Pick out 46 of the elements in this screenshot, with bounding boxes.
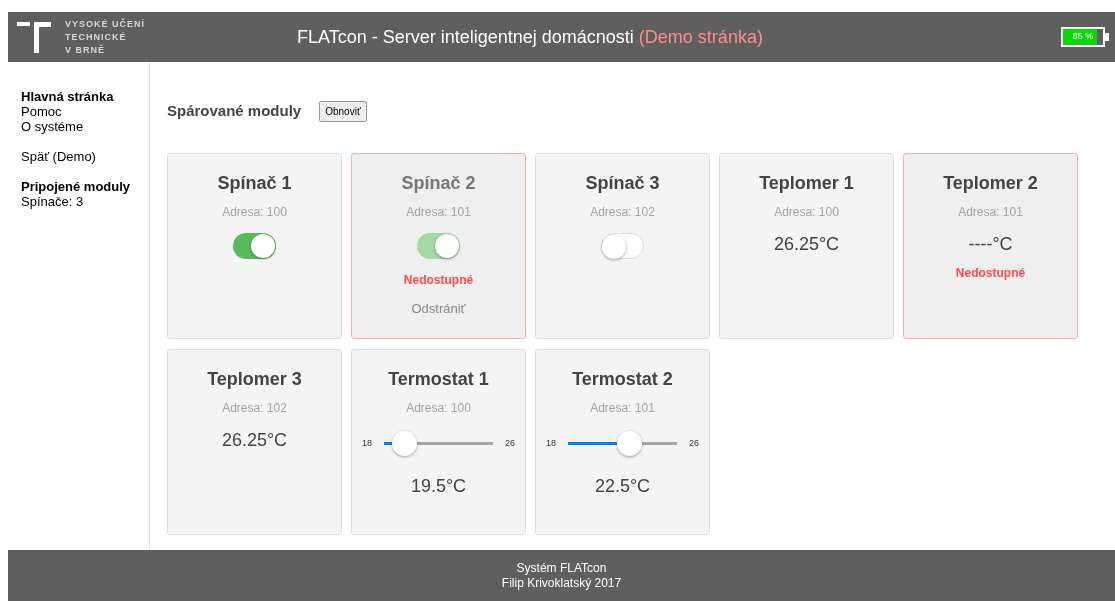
toggle-switch[interactable] bbox=[417, 232, 460, 259]
temperature-reading: 26.25°C bbox=[773, 232, 840, 256]
module-name: Spínač 1 bbox=[217, 171, 292, 194]
slider-min-label: 18 bbox=[362, 436, 372, 450]
slider-max-label: 26 bbox=[505, 436, 515, 450]
module-address: Adresa: 101 bbox=[406, 203, 471, 221]
refresh-button[interactable]: Obnoviť bbox=[319, 100, 367, 122]
module-name: Teplomer 3 bbox=[207, 367, 302, 390]
slider-max-label: 26 bbox=[689, 436, 699, 450]
logo-text: V BRNĚ bbox=[65, 43, 106, 57]
module-name: Termostat 2 bbox=[572, 367, 673, 390]
slider-min-label: 18 bbox=[546, 436, 556, 450]
sidebar-link[interactable]: O systéme bbox=[21, 119, 149, 134]
toggle-switch[interactable] bbox=[601, 232, 644, 259]
sidebar-link[interactable]: Pomoc bbox=[21, 104, 149, 119]
module-address: Adresa: 101 bbox=[590, 399, 655, 417]
module-name: Teplomer 1 bbox=[759, 171, 854, 194]
module-name: Spínač 2 bbox=[401, 171, 476, 194]
module-address: Adresa: 100 bbox=[222, 203, 287, 221]
logo-text: VYSOKÉ UČENÍ bbox=[65, 17, 146, 31]
page-title: FLATcon - Server inteligentnej domácnosti bbox=[297, 26, 634, 47]
footer-text: Filip Krivoklatský 2017 bbox=[501, 575, 622, 591]
module-name: Termostat 1 bbox=[388, 367, 489, 390]
section-title: Spárované moduly bbox=[167, 101, 302, 121]
temperature-reading: 19.5°C bbox=[410, 474, 467, 498]
module-address: Adresa: 100 bbox=[774, 203, 839, 221]
temperature-reading: 22.5°C bbox=[594, 474, 651, 498]
sidebar-text: Spínače: 3 bbox=[21, 194, 85, 209]
temperature-reading: 26.25°C bbox=[221, 428, 288, 452]
logo-icon bbox=[17, 21, 51, 53]
logo-text: TECHNICKÉ bbox=[65, 30, 128, 44]
module-name: Spínač 3 bbox=[585, 171, 660, 194]
status-text: Nedostupné bbox=[403, 271, 474, 289]
temperature-reading: ----°C bbox=[968, 232, 1013, 256]
sidebar-link[interactable]: Späť (Demo) bbox=[21, 149, 149, 164]
footer-text: Systém FLATcon bbox=[516, 560, 607, 576]
status-text: Nedostupné bbox=[955, 264, 1026, 282]
module-address: Adresa: 102 bbox=[590, 203, 655, 221]
sidebar-heading[interactable]: Hlavná stránka bbox=[21, 89, 149, 104]
module-address: Adresa: 102 bbox=[222, 399, 287, 417]
module-address: Adresa: 100 bbox=[406, 399, 471, 417]
module-address: Adresa: 101 bbox=[958, 203, 1023, 221]
module-name: Teplomer 2 bbox=[943, 171, 1038, 194]
toggle-switch[interactable] bbox=[233, 232, 276, 259]
page-title-note: (Demo stránka) bbox=[638, 26, 763, 47]
sidebar-heading[interactable]: Pripojené moduly bbox=[21, 179, 149, 194]
